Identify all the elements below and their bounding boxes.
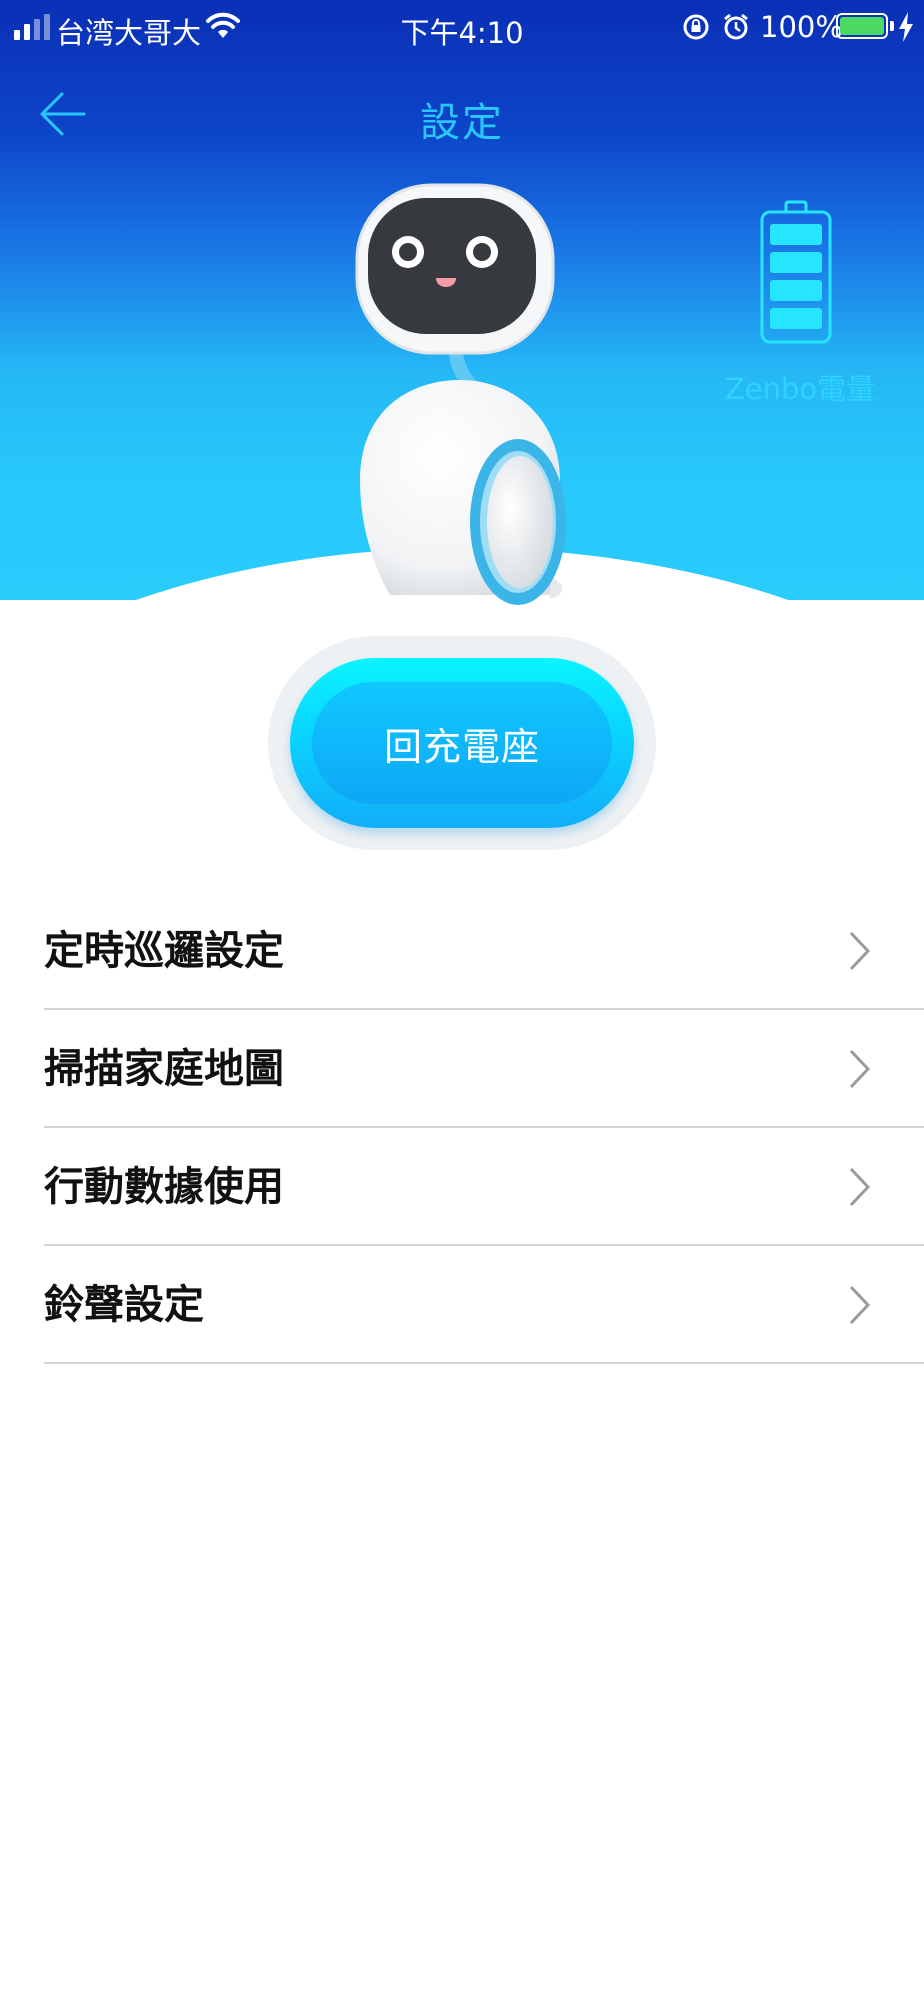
battery-icon <box>836 13 888 39</box>
zenbo-battery-icon <box>760 200 832 344</box>
list-item-label: 行動數據使用 <box>44 1164 284 1210</box>
status-bar: 台湾大哥大 下午4:10 100% <box>0 0 924 56</box>
charging-bolt-icon <box>899 12 913 42</box>
zenbo-battery-label: Zenbo電量 <box>724 372 876 406</box>
list-item-mobile-data[interactable]: 行動數據使用 <box>44 1128 924 1246</box>
list-item-label: 定時巡邏設定 <box>44 928 284 974</box>
list-item-ringtone-settings[interactable]: 鈴聲設定 <box>44 1246 924 1364</box>
alarm-icon <box>724 13 748 40</box>
list-item-scan-home-map[interactable]: 掃描家庭地圖 <box>44 1010 924 1128</box>
chevron-right-icon <box>849 1049 871 1089</box>
return-to-dock-button[interactable]: 回充電座 <box>290 658 634 828</box>
rotation-lock-icon <box>683 14 709 40</box>
list-item-label: 掃描家庭地圖 <box>44 1046 284 1092</box>
list-item-patrol-schedule[interactable]: 定時巡邏設定 <box>44 892 924 1010</box>
return-to-dock-label: 回充電座 <box>383 724 540 769</box>
list-item-label: 鈴聲設定 <box>44 1282 204 1328</box>
battery-percent: 100% <box>760 10 843 44</box>
chevron-right-icon <box>849 1167 871 1207</box>
settings-list: 定時巡邏設定 掃描家庭地圖 行動數據使用 鈴聲設定 <box>44 892 924 1364</box>
chevron-right-icon <box>849 1285 871 1325</box>
page-title: 設定 <box>420 100 504 146</box>
chevron-right-icon <box>849 931 871 971</box>
zenbo-robot-illustration <box>355 183 566 605</box>
